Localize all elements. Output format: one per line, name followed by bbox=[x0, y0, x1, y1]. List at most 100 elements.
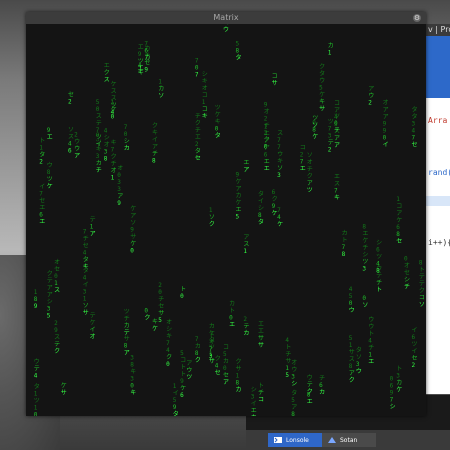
matrix-glyph: ウ bbox=[319, 77, 325, 85]
matrix-glyph: 2 bbox=[368, 99, 372, 106]
matrix-glyph: 3 bbox=[209, 353, 213, 360]
matrix-glyph: 4 bbox=[215, 362, 219, 369]
matrix-glyph: ト bbox=[258, 383, 264, 390]
matrix-glyph: セ bbox=[215, 369, 221, 376]
editor-toolbar bbox=[426, 36, 450, 98]
matrix-glyph: 0 bbox=[96, 106, 100, 113]
matrix-glyph: 0 bbox=[124, 131, 128, 138]
matrix-glyph: カ bbox=[209, 323, 215, 330]
matrix-glyph: ケ bbox=[319, 92, 325, 99]
matrix-glyph: チ bbox=[195, 127, 201, 134]
matrix-glyph: ソ bbox=[158, 93, 164, 100]
matrix-glyph: タ bbox=[291, 389, 297, 397]
matrix-glyph: タ bbox=[173, 410, 179, 416]
matrix-glyph: ア bbox=[264, 144, 270, 151]
matrix-glyph: オ bbox=[307, 159, 313, 166]
matrix-glyph: テ bbox=[243, 323, 249, 330]
matrix-glyph: ト bbox=[285, 344, 291, 351]
matrix-glyph: シ bbox=[291, 381, 297, 388]
matrix-glyph: 7 bbox=[83, 228, 87, 235]
taskbar-item-label: Sotan bbox=[340, 436, 358, 444]
matrix-glyph: 1 bbox=[243, 248, 247, 255]
matrix-glyph: コ bbox=[223, 344, 229, 351]
matrix-glyph: コ bbox=[396, 203, 402, 210]
matrix-glyph: ア bbox=[334, 142, 340, 149]
matrix-glyph: 8 bbox=[104, 155, 108, 162]
matrix-glyph: 8 bbox=[236, 380, 240, 387]
matrix-glyph: ウ bbox=[368, 316, 374, 324]
matrix-glyph: キ bbox=[130, 390, 136, 397]
window-settings-icon[interactable]: ⚙ bbox=[413, 14, 421, 22]
matrix-glyph: ク bbox=[307, 173, 313, 180]
matrix-glyph: テ bbox=[34, 366, 40, 373]
matrix-glyph: ア bbox=[90, 230, 96, 237]
matrix-glyph: キ bbox=[215, 118, 221, 125]
code-line: rand( bbox=[428, 168, 450, 177]
matrix-glyph: 6 bbox=[412, 334, 416, 341]
matrix-glyph: オ bbox=[117, 165, 123, 172]
matrix-glyph: 4 bbox=[285, 337, 289, 344]
matrix-glyph: ア bbox=[334, 107, 340, 114]
matrix-glyph: イ bbox=[412, 327, 418, 334]
matrix-glyph: テ bbox=[328, 140, 334, 147]
taskbar-item-console[interactable]: Lonsole bbox=[268, 433, 322, 447]
matrix-glyph: セ bbox=[223, 372, 229, 379]
matrix-glyph: タ bbox=[258, 218, 264, 226]
matrix-glyph: 0 bbox=[215, 125, 219, 132]
matrix-glyph: イ bbox=[383, 141, 389, 148]
code-editor-window[interactable]: v | Pro Arra rand( i++){ bbox=[425, 24, 450, 394]
matrix-glyph: 9 bbox=[173, 404, 177, 411]
matrix-glyph: シ bbox=[104, 134, 110, 141]
matrix-glyph: ソ bbox=[307, 152, 313, 159]
matrix-window[interactable]: Matrix ⚙ タ1ツ102189ウテ4ト1タ2イ7セエ6エ9エクテアアシ35… bbox=[26, 12, 426, 416]
matrix-glyph: チ bbox=[158, 296, 164, 303]
matrix-glyph: 7 bbox=[277, 144, 281, 151]
matrix-glyph: 6 bbox=[39, 212, 43, 219]
matrix-canvas[interactable]: タ1ツ102189ウテ4ト1タ2イ7セエ6エ9エクテアアシ35ウ8ツケ29ステク… bbox=[26, 24, 426, 416]
matrix-glyph: ク bbox=[272, 196, 278, 203]
matrix-glyph: 9 bbox=[47, 127, 51, 134]
matrix-glyph: エ bbox=[47, 134, 53, 141]
matrix-glyph: オ bbox=[166, 319, 172, 326]
matrix-glyph: ケ bbox=[277, 221, 283, 228]
matrix-glyph: カ bbox=[96, 160, 102, 167]
matrix-glyph: 5 bbox=[285, 372, 289, 379]
matrix-glyph: 2 bbox=[68, 98, 72, 105]
matrix-glyph: タ bbox=[39, 151, 45, 159]
matrix-glyph: 2 bbox=[158, 282, 162, 289]
matrix-glyph: 7 bbox=[334, 187, 338, 194]
matrix-glyph: 2 bbox=[195, 141, 199, 148]
matrix-glyph: 3 bbox=[104, 148, 108, 155]
taskbar-item-label: Lonsole bbox=[286, 436, 309, 444]
matrix-glyph: 0 bbox=[117, 172, 121, 179]
matrix-glyph: 6 bbox=[396, 224, 400, 231]
matrix-glyph: ケ bbox=[111, 107, 117, 114]
matrix-glyph: 7 bbox=[195, 336, 199, 343]
matrix-glyph: ケ bbox=[111, 81, 117, 88]
matrix-glyph: サ bbox=[130, 234, 136, 241]
matrix-glyph: ソ bbox=[277, 165, 283, 172]
matrix-glyph: テ bbox=[54, 341, 60, 348]
matrix-glyph: ウ bbox=[223, 26, 229, 34]
matrix-glyph: ス bbox=[104, 77, 110, 84]
matrix-glyph: 8 bbox=[195, 350, 199, 357]
matrix-glyph: ソ bbox=[130, 220, 136, 227]
matrix-glyph: テ bbox=[419, 281, 425, 288]
matrix-glyph: 1 bbox=[90, 223, 94, 230]
matrix-glyph: ウ bbox=[74, 137, 80, 145]
matrix-glyph: チ bbox=[285, 351, 291, 358]
window-titlebar[interactable]: Matrix ⚙ bbox=[26, 12, 426, 24]
matrix-glyph: ケ bbox=[312, 134, 318, 141]
matrix-glyph: イ bbox=[152, 136, 158, 143]
matrix-glyph: シ bbox=[376, 240, 382, 247]
matrix-glyph: カ bbox=[124, 323, 130, 330]
matrix-glyph: ト bbox=[39, 138, 45, 145]
matrix-glyph: キ bbox=[152, 319, 158, 326]
matrix-glyph: キ bbox=[130, 369, 136, 376]
matrix-glyph: ウ bbox=[186, 366, 192, 374]
matrix-glyph: 8 bbox=[349, 363, 353, 370]
matrix-glyph: ア bbox=[47, 285, 53, 292]
taskbar-item-other[interactable]: Sotan bbox=[322, 433, 376, 447]
matrix-glyph: カ bbox=[243, 330, 249, 337]
matrix-glyph: ア bbox=[291, 404, 297, 411]
